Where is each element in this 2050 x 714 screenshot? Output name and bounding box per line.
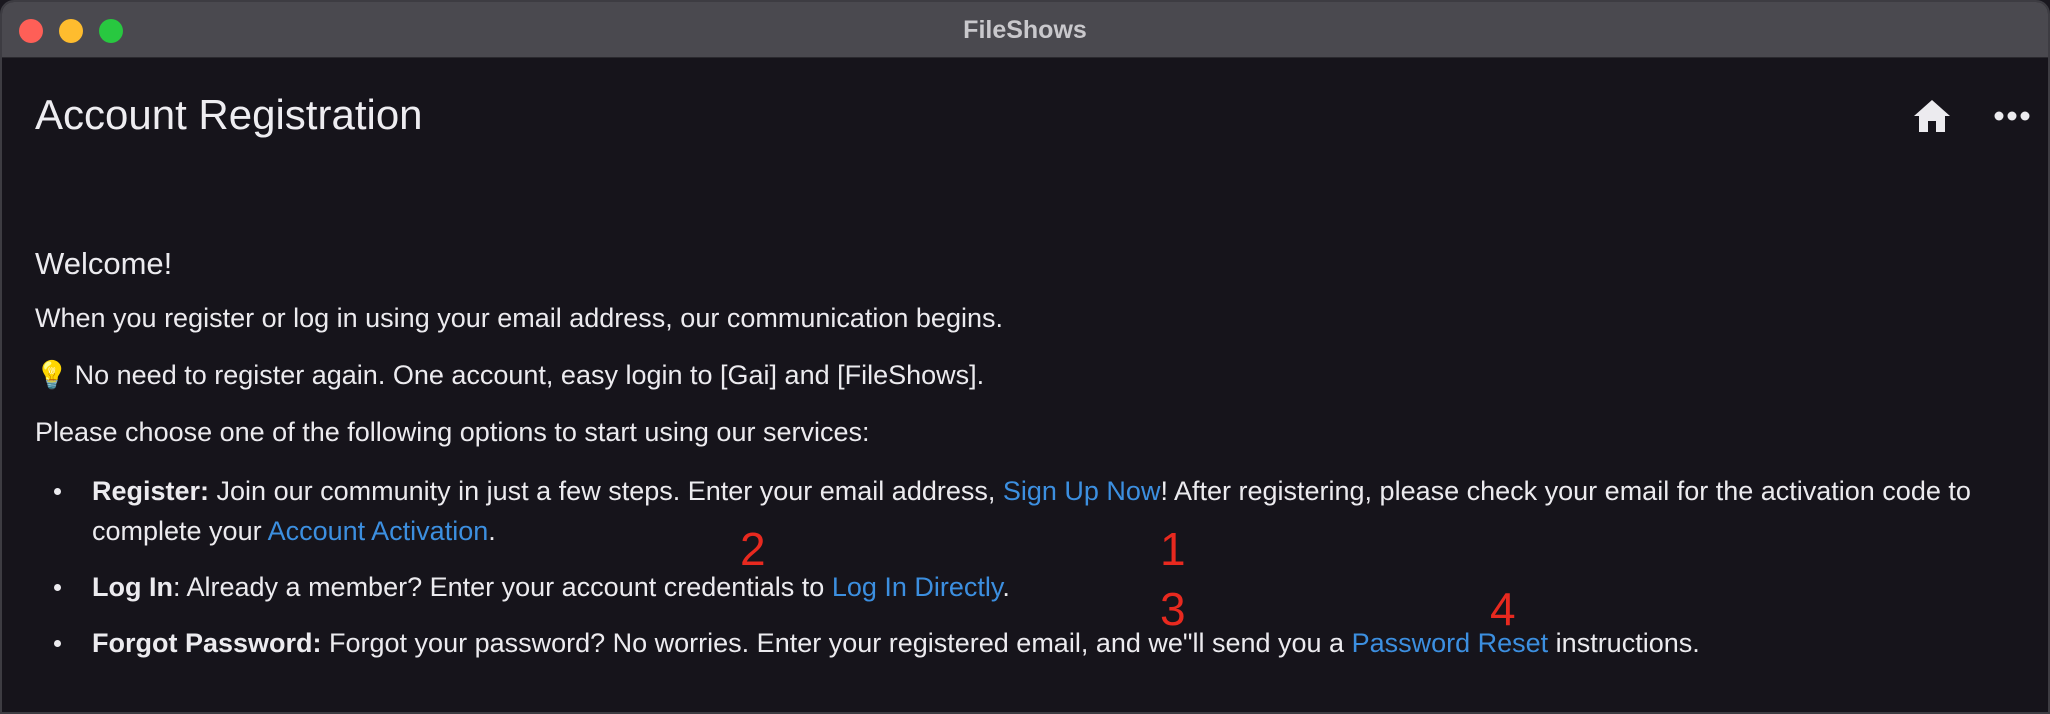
option-label: Log In: [92, 572, 173, 602]
annotation-marker-3: 3: [1160, 583, 1186, 635]
bullet-icon: [54, 584, 61, 591]
account-activation-link[interactable]: Account Activation: [268, 516, 489, 546]
tip-message: No need to register again. One account, …: [74, 360, 985, 390]
log-in-directly-link[interactable]: Log In Directly: [832, 572, 1003, 602]
page-title: Account Registration: [35, 91, 423, 138]
home-button[interactable]: [1910, 94, 1954, 138]
annotation-marker-1: 1: [1160, 523, 1186, 575]
option-label: Register:: [92, 476, 210, 506]
bullet-icon: [54, 488, 61, 495]
welcome-heading: Welcome!: [35, 246, 173, 281]
choose-text: Please choose one of the following optio…: [35, 417, 870, 447]
option-text: .: [488, 516, 496, 546]
password-reset-link[interactable]: Password Reset: [1352, 628, 1549, 658]
annotation-marker-4: 4: [1490, 583, 1516, 635]
lightbulb-icon: 💡: [35, 360, 69, 390]
home-icon: [1914, 100, 1950, 132]
title-bar: FileShows: [2, 2, 2048, 58]
main-content: Account Registration Welcome! When you r…: [2, 58, 2048, 712]
option-log-in: Log In: Already a member? Enter your acc…: [35, 567, 2025, 607]
more-options-button[interactable]: [1990, 94, 2034, 138]
option-label: Forgot Password:: [92, 628, 322, 658]
tip-text: 💡 No need to register again. One account,…: [35, 357, 2025, 393]
bullet-icon: [54, 640, 61, 647]
app-window: FileShows Account Registration Welcome! …: [0, 0, 2050, 714]
welcome-section: Welcome! When you register or log in usi…: [35, 244, 2025, 679]
window-title: FileShows: [963, 16, 1087, 44]
intro-text: When you register or log in using your e…: [35, 303, 1003, 333]
option-register: Register: Join our community in just a f…: [35, 471, 2025, 551]
option-text: Forgot your password? No worries. Enter …: [321, 628, 1352, 658]
option-text: .: [1002, 572, 1010, 602]
more-horizontal-icon: [1994, 111, 2030, 121]
sign-up-now-link[interactable]: Sign Up Now: [1003, 476, 1161, 506]
option-forgot-password: Forgot Password: Forgot your password? N…: [35, 623, 2025, 663]
options-list: Register: Join our community in just a f…: [35, 471, 2025, 663]
annotation-marker-2: 2: [740, 523, 766, 575]
option-text: instructions.: [1548, 628, 1700, 658]
option-text: Join our community in just a few steps. …: [209, 476, 1003, 506]
option-text: : Already a member? Enter your account c…: [172, 572, 832, 602]
